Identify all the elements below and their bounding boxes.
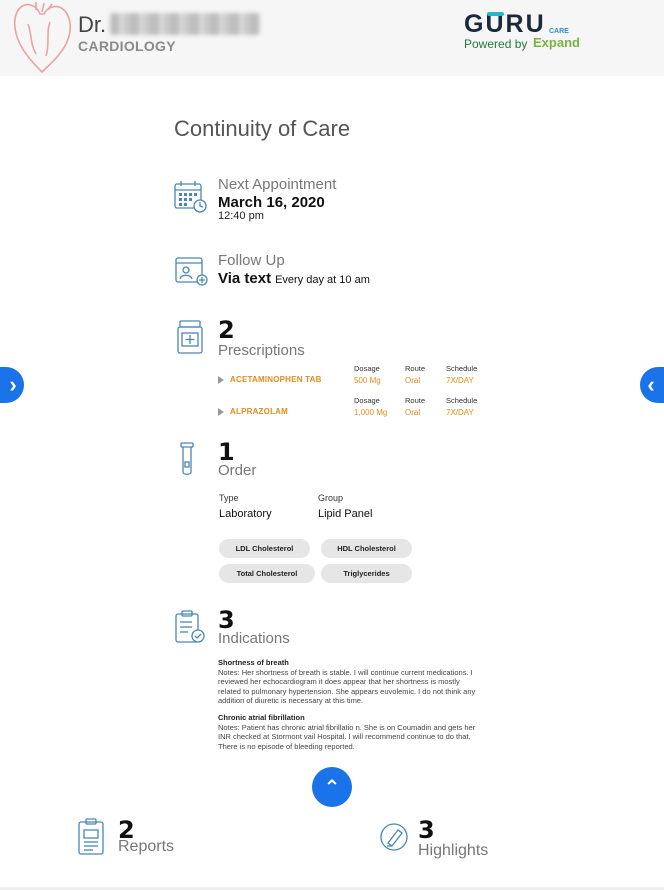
follow-up-method: Via text (218, 270, 272, 287)
dosage-value: 1,000 Mg (354, 408, 388, 417)
test-chip: Triglycerides (321, 564, 412, 583)
prescription-row[interactable]: ALPRAZOLAM Dosage 1,000 Mg Route Oral Sc… (218, 396, 498, 424)
clipboard-check-icon (175, 610, 205, 643)
expand-care-logo: CARE Expand (533, 28, 580, 50)
schedule-value: 7X/DAY (446, 376, 474, 385)
indications-label: Indications (218, 630, 290, 647)
route-header: Route (405, 364, 426, 373)
report-clipboard-icon (78, 818, 104, 855)
indication-item: Chronic atrial fibrillation Notes: Patie… (218, 713, 483, 751)
indication-title: Shortness of breath (218, 658, 289, 667)
redacted-name (110, 13, 261, 35)
indication-notes: Notes: Patient has chronic atrial fibril… (218, 722, 476, 751)
indication-item: Shortness of breath Notes: Her shortness… (218, 658, 483, 706)
next-arrow-left[interactable]: › (0, 367, 24, 403)
expand-triangle-icon[interactable] (218, 376, 224, 384)
dosage-value: 500 Mg (354, 376, 381, 385)
doctor-name: Dr. (78, 12, 261, 38)
follow-up-label: Follow Up (218, 252, 285, 269)
chevron-up-icon: ⌃ (323, 776, 341, 799)
highlighter-icon (380, 823, 408, 851)
follow-up-schedule: Every day at 10 am (275, 274, 370, 286)
indication-notes: Notes: Her shortness of breath is stable… (218, 667, 476, 706)
prev-arrow-right[interactable]: ‹ (640, 367, 664, 403)
test-chip: Total Cholesterol (219, 564, 315, 583)
route-value: Oral (405, 408, 421, 417)
test-chip: LDL Cholesterol (219, 539, 310, 558)
dosage-header: Dosage (354, 364, 380, 373)
indication-title: Chronic atrial fibrillation (218, 713, 305, 722)
pill-bottle-icon (177, 320, 203, 354)
dosage-header: Dosage (354, 396, 380, 405)
calendar-icon (174, 181, 207, 213)
route-header: Route (405, 396, 426, 405)
route-value: Oral (405, 376, 421, 385)
prescription-row[interactable]: ACETAMINOPHEN TAB Dosage 500 Mg Route Or… (218, 364, 498, 392)
appointment-time: 12:40 pm (218, 210, 264, 222)
order-type-header: Type (219, 493, 239, 503)
expand-triangle-icon[interactable] (218, 408, 224, 416)
chevron-right-icon: › (9, 372, 17, 397)
order-group-header: Group (318, 493, 344, 503)
prescriptions-label: Prescriptions (218, 342, 305, 359)
schedule-header: Schedule (446, 364, 478, 373)
follow-up-detail: Via text Every day at 10 am (218, 270, 370, 287)
powered-by: Powered by (464, 37, 528, 51)
page-title: Continuity of Care (174, 116, 351, 141)
highlights-count: 3 (418, 816, 435, 844)
specialty: CARDIOLOGY (78, 38, 176, 54)
chevron-left-icon: ‹ (647, 372, 655, 397)
order-type-value: Laboratory (219, 508, 272, 520)
test-chip: HDL Cholesterol (321, 539, 412, 558)
doctor-prefix: Dr. (78, 12, 107, 37)
prescriptions-count: 2 (218, 316, 235, 344)
test-tube-icon (180, 442, 194, 475)
highlights-label[interactable]: Highlights (418, 842, 488, 860)
scroll-up-button[interactable]: ⌃ (312, 767, 352, 807)
video-consult-icon (175, 257, 208, 286)
drug-name: ACETAMINOPHEN TAB (230, 375, 322, 384)
drug-name: ALPRAZOLAM (230, 407, 288, 416)
schedule-value: 7X/DAY (446, 408, 474, 417)
appointment-date: March 16, 2020 (218, 194, 325, 211)
heart-icon (13, 2, 72, 73)
header: Dr. CARDIOLOGY GURU Powered by CARE Expan… (0, 0, 664, 76)
appointment-label: Next Appointment (218, 176, 337, 193)
order-label: Order (218, 462, 257, 479)
reports-label[interactable]: Reports (118, 838, 174, 856)
schedule-header: Schedule (446, 396, 478, 405)
order-group-value: Lipid Panel (318, 508, 373, 520)
